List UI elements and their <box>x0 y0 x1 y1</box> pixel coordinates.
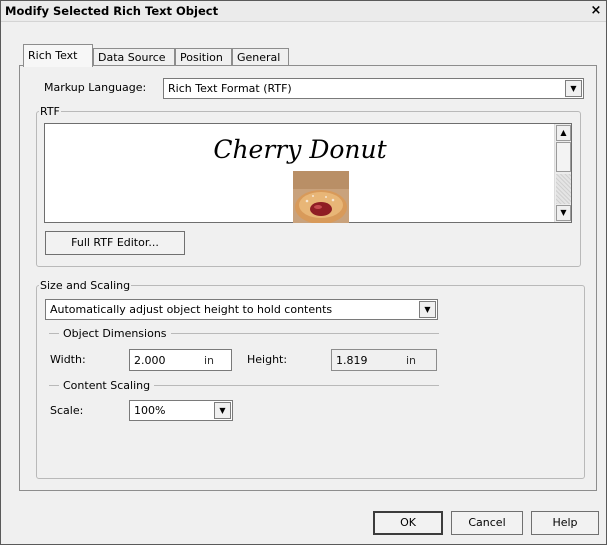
scrollbar-thumb[interactable] <box>556 142 571 172</box>
height-value: 1.819 <box>336 354 368 367</box>
height-unit: in <box>406 354 417 367</box>
chevron-down-icon[interactable]: ▼ <box>214 402 231 419</box>
object-dimensions-heading: Object Dimensions <box>49 326 439 340</box>
title-bar[interactable]: Modify Selected Rich Text Object × <box>1 1 606 22</box>
close-icon[interactable]: × <box>589 4 603 18</box>
chevron-down-icon[interactable]: ▼ <box>565 80 582 97</box>
rtf-group-label: RTF <box>40 105 60 118</box>
rtf-scrollbar[interactable]: ▲ ▼ <box>554 124 571 222</box>
cancel-button[interactable]: Cancel <box>451 511 523 535</box>
dialog-window: Modify Selected Rich Text Object × Rich … <box>0 0 607 545</box>
scrollbar-track[interactable] <box>556 174 571 204</box>
width-field[interactable]: 2.000 in <box>129 349 232 371</box>
content-scaling-label: Content Scaling <box>63 378 151 392</box>
scale-value: 100% <box>134 404 166 417</box>
width-value: 2.000 <box>134 354 166 367</box>
dialog-title: Modify Selected Rich Text Object <box>5 4 219 18</box>
donut-photo <box>293 171 349 223</box>
arrow-down-icon[interactable]: ▼ <box>556 205 571 221</box>
chevron-down-icon[interactable]: ▼ <box>419 301 436 318</box>
arrow-up-icon[interactable]: ▲ <box>556 125 571 141</box>
markup-language-label: Markup Language: <box>44 81 147 94</box>
sizing-mode-value: Automatically adjust object height to ho… <box>50 303 333 316</box>
width-unit: in <box>204 354 215 367</box>
scale-select[interactable]: 100% ▼ <box>129 400 233 421</box>
size-scaling-group-label: Size and Scaling <box>40 279 131 292</box>
full-rtf-editor-button[interactable]: Full RTF Editor... <box>45 231 185 255</box>
width-label: Width: <box>50 353 86 366</box>
help-button[interactable]: Help <box>531 511 599 535</box>
markup-language-value: Rich Text Format (RTF) <box>168 82 292 95</box>
tab-rich-text[interactable]: Rich Text <box>23 44 93 67</box>
markup-language-select[interactable]: Rich Text Format (RTF) ▼ <box>163 78 584 99</box>
scale-label: Scale: <box>50 404 84 417</box>
content-scaling-heading: Content Scaling <box>49 378 439 392</box>
height-label: Height: <box>247 353 288 366</box>
rtf-content-text: Cherry Donut <box>213 135 387 164</box>
object-dimensions-label: Object Dimensions <box>63 326 167 340</box>
rtf-preview[interactable]: Cherry Donut ▲ ▼ <box>44 123 572 223</box>
height-field: 1.819 in <box>331 349 437 371</box>
ok-button[interactable]: OK <box>373 511 443 535</box>
sizing-mode-select[interactable]: Automatically adjust object height to ho… <box>45 299 438 320</box>
